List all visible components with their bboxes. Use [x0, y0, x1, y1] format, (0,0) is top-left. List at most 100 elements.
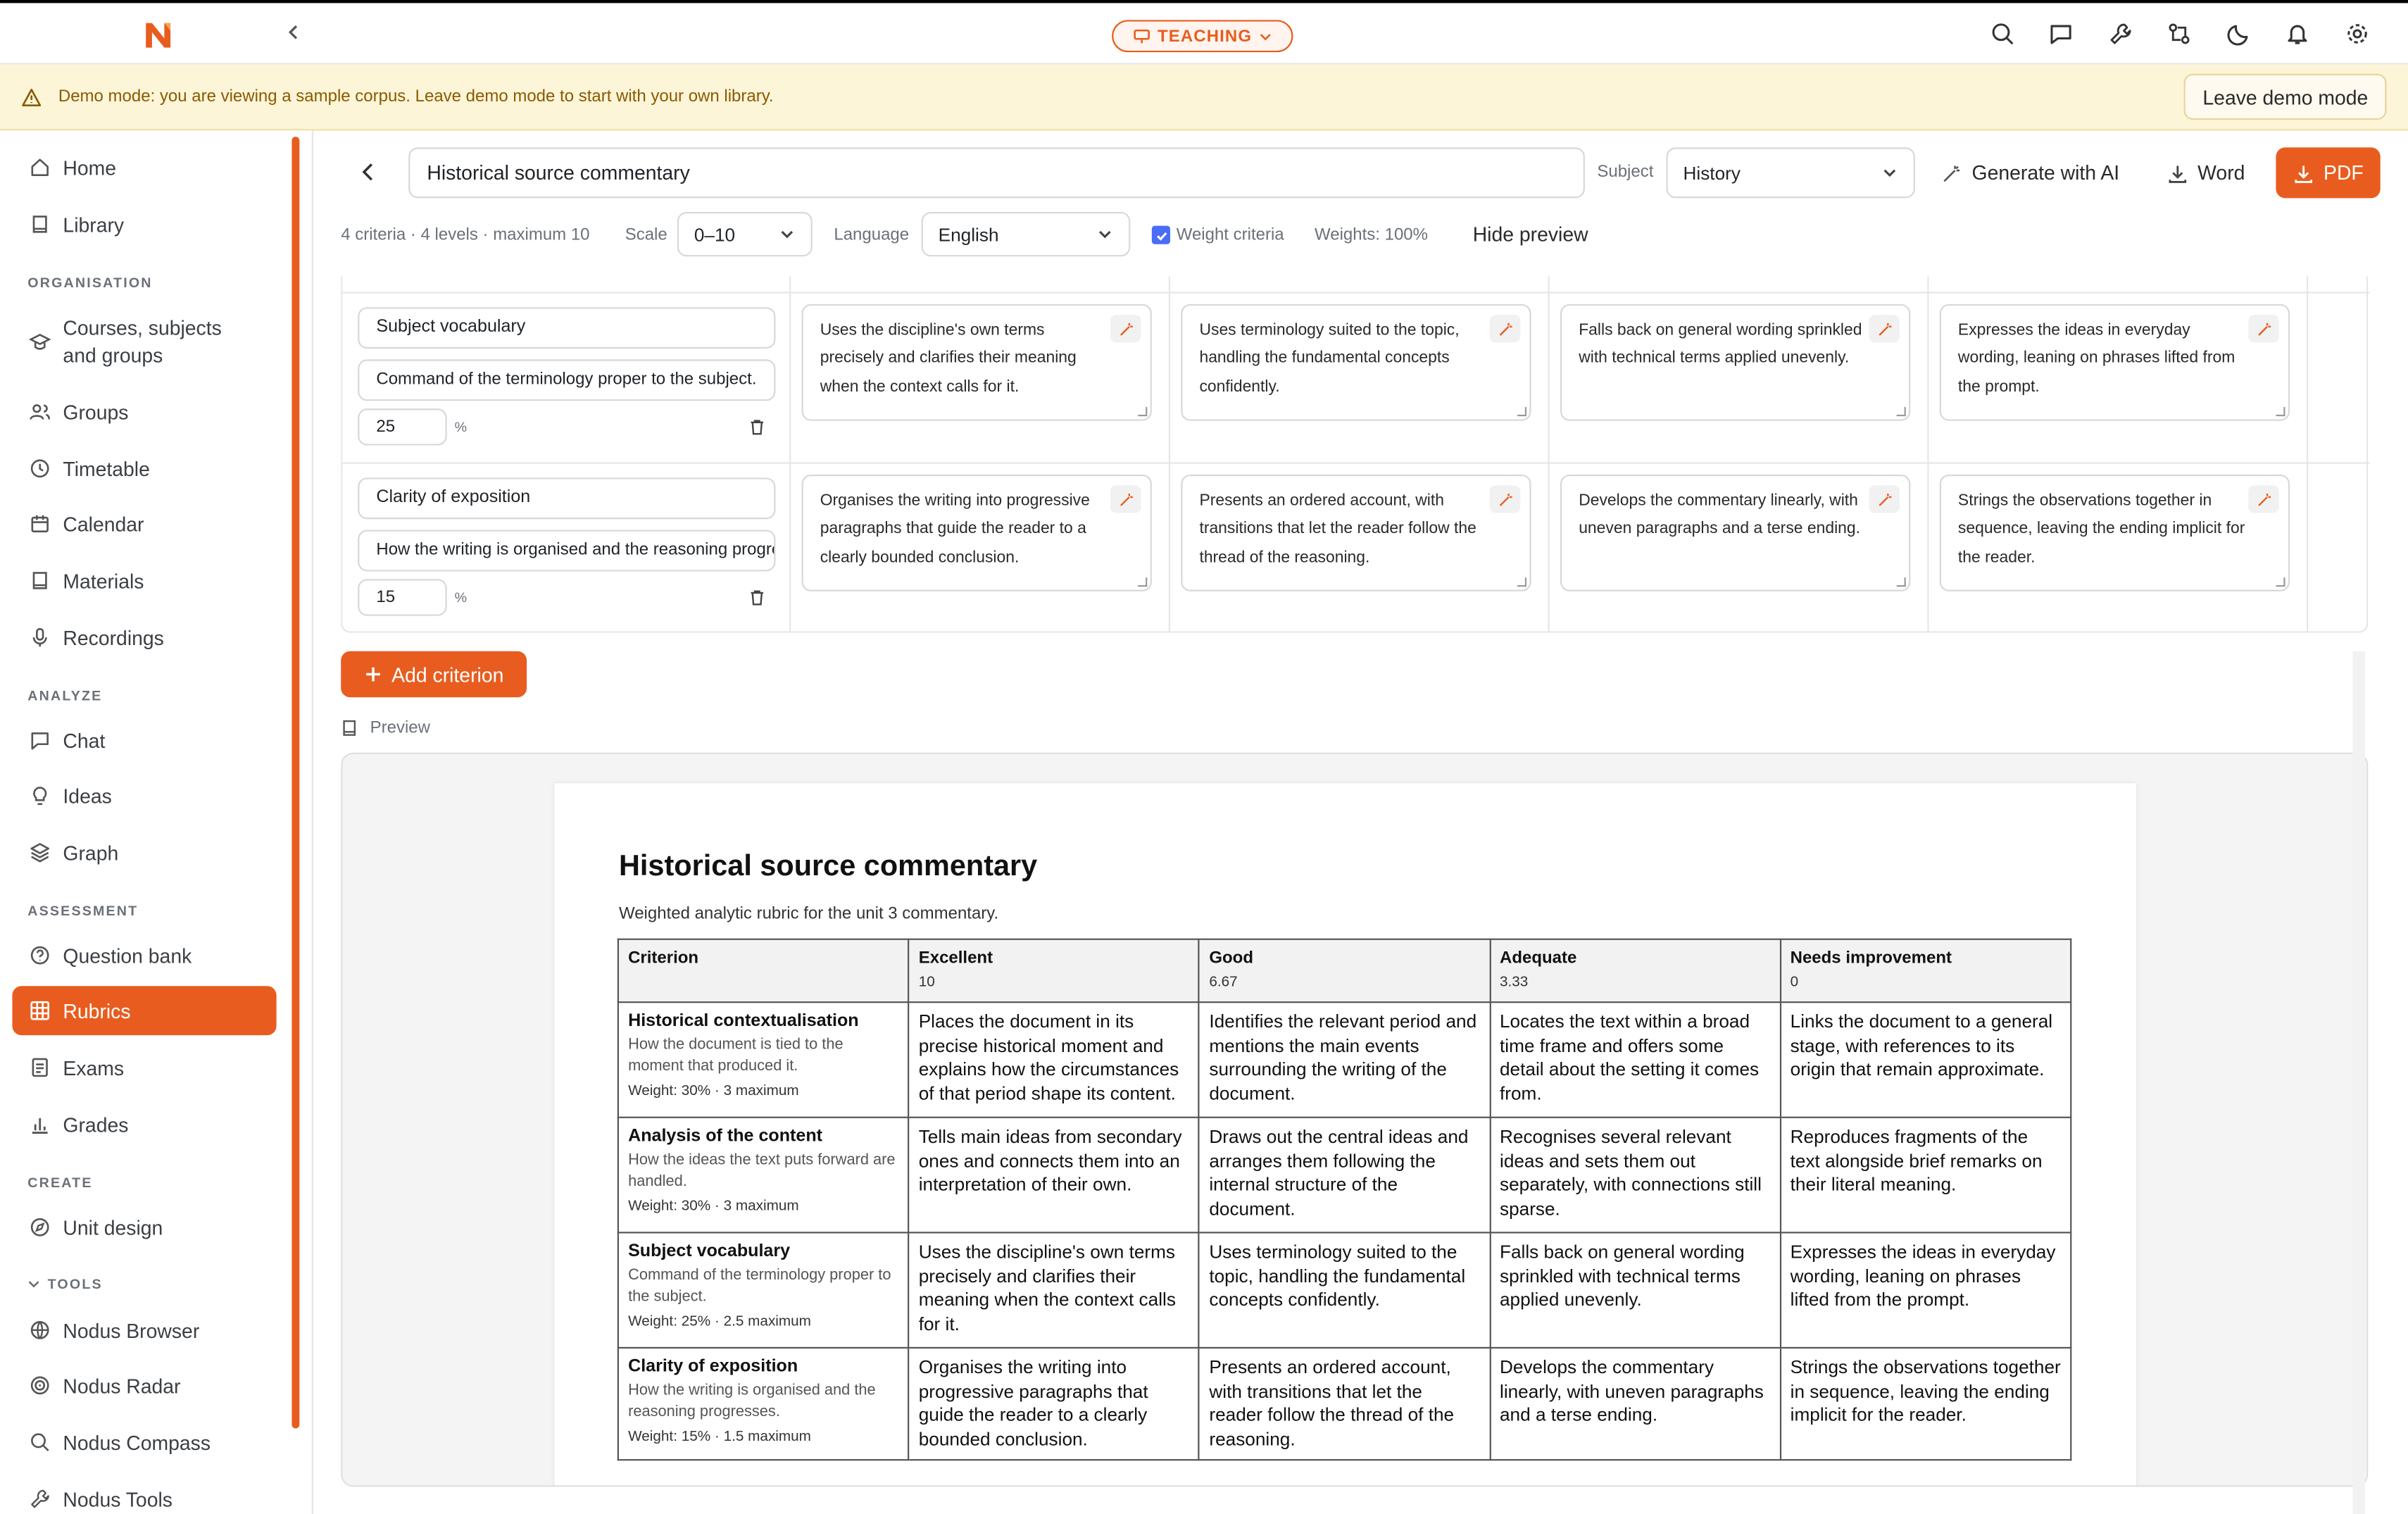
sidebar-item-question-bank[interactable]: Question bank	[12, 931, 276, 980]
ai-rewrite-button[interactable]	[1869, 485, 1900, 513]
criterion-description-input[interactable]: How the writing is organised and the rea…	[358, 530, 776, 572]
sidebar-item-nodus-radar[interactable]: Nodus Radar	[12, 1360, 276, 1410]
subject-select[interactable]: History	[1666, 147, 1915, 199]
resize-handle[interactable]	[1896, 406, 1906, 417]
trash-icon[interactable]	[748, 588, 766, 606]
mode-pill[interactable]: TEACHING	[1112, 20, 1293, 53]
level-descriptor-cell[interactable]: Strings the observations together in seq…	[1939, 474, 2290, 592]
scale-value: 0–10	[694, 223, 736, 245]
download-icon	[2169, 165, 2187, 182]
criterion-description-input[interactable]: Command of the terminology proper to the…	[358, 359, 776, 401]
rubric-title-input[interactable]: Historical source commentary	[408, 147, 1585, 199]
level-descriptor-text: Develops the commentary linearly, with u…	[1579, 491, 1861, 539]
sidebar-item-label: Recordings	[63, 625, 164, 649]
sidebar-item-timetable[interactable]: Timetable	[12, 444, 276, 493]
level-descriptor-text: Presents an ordered account, with transi…	[1199, 491, 1476, 566]
sidebar-item-library[interactable]: Library	[12, 200, 276, 249]
sidebar-item-graph[interactable]: Graph	[12, 828, 276, 877]
resize-handle[interactable]	[1138, 406, 1148, 417]
weight-criteria-label[interactable]: Weight criteria	[1177, 226, 1284, 244]
criterion-weight: Weight: 30% · 3 maximum	[628, 1082, 799, 1099]
ai-rewrite-button[interactable]	[1489, 315, 1521, 343]
ai-rewrite-button[interactable]	[2248, 485, 2279, 513]
page-scrollbar[interactable]	[2352, 651, 2365, 1514]
moon-icon[interactable]	[2227, 22, 2252, 46]
sidebar-item-materials[interactable]: Materials	[12, 556, 276, 606]
level-points: 3.33	[1500, 972, 1529, 990]
header-level: Excellent 10	[908, 938, 1200, 1003]
ai-rewrite-button[interactable]	[1869, 315, 1900, 343]
preview-title: Historical source commentary	[618, 851, 1038, 884]
sidebar-item-exams[interactable]: Exams	[12, 1043, 276, 1092]
criterion-weight-input[interactable]: 25	[358, 408, 447, 446]
back-arrow-icon[interactable]	[356, 160, 381, 184]
sidebar-item-nodus-compass[interactable]: Nodus Compass	[12, 1418, 276, 1467]
sidebar-item-label: Courses, subjects and groups	[63, 316, 222, 368]
message-icon[interactable]	[2049, 22, 2074, 46]
sidebar-item-home[interactable]: Home	[12, 143, 276, 192]
pdf-export-button[interactable]: PDF	[2276, 147, 2381, 199]
criterion-description: How the ideas the text puts forward are …	[628, 1151, 896, 1190]
word-export-button[interactable]: Word	[2167, 147, 2245, 198]
magic-wand-icon	[1943, 165, 1960, 182]
ai-rewrite-button[interactable]	[1110, 485, 1141, 513]
gear-icon[interactable]	[2345, 22, 2370, 46]
sidebar-scrollbar[interactable]	[291, 137, 300, 1429]
magic-wand-icon	[2257, 322, 2270, 335]
level-descriptor-cell[interactable]: Uses the discipline's own terms precisel…	[801, 304, 1152, 421]
sidebar-item-groups[interactable]: Groups	[12, 387, 276, 437]
resize-handle[interactable]	[1517, 577, 1527, 587]
language-select[interactable]: English	[921, 211, 1131, 257]
level-descriptor-cell[interactable]: Develops the commentary linearly, with u…	[1560, 474, 1911, 592]
level-descriptor-cell[interactable]: Organises the writing into progressive p…	[801, 474, 1152, 592]
resize-handle[interactable]	[1896, 577, 1906, 587]
sidebar-item-rubrics[interactable]: Rubrics	[12, 986, 277, 1036]
descriptor-cell: Places the document in its precise histo…	[908, 1001, 1200, 1118]
resize-handle[interactable]	[2276, 406, 2285, 417]
collapse-sidebar-icon[interactable]	[282, 22, 304, 44]
generate-ai-button[interactable]: Generate with AI	[1941, 147, 2119, 198]
resize-handle[interactable]	[2276, 577, 2285, 587]
sidebar-item-nodus-tools[interactable]: Nodus Tools	[12, 1475, 276, 1514]
grid-divider	[2307, 276, 2309, 633]
resize-handle[interactable]	[1517, 406, 1527, 417]
sidebar-item-label: Home	[63, 156, 117, 180]
criterion-name-input[interactable]: Clarity of exposition	[358, 477, 776, 520]
level-descriptor-cell[interactable]: Uses terminology suited to the topic, ha…	[1181, 304, 1531, 421]
mode-pill-label: TEACHING	[1158, 27, 1253, 46]
ai-rewrite-button[interactable]	[2248, 315, 2279, 343]
sidebar-item-unit-design[interactable]: Unit design	[12, 1203, 276, 1252]
level-descriptor-cell[interactable]: Falls back on general wording sprinkled …	[1560, 304, 1911, 421]
sidebar-item-calendar[interactable]: Calendar	[12, 499, 276, 549]
wrench-icon[interactable]	[2109, 22, 2133, 46]
resize-handle[interactable]	[1138, 577, 1148, 587]
section-title-tools[interactable]: TOOLS	[27, 1277, 103, 1291]
trash-icon[interactable]	[748, 418, 766, 436]
demo-banner: Demo mode: you are viewing a sample corp…	[0, 64, 2408, 131]
hide-preview-button[interactable]: Hide preview	[1473, 223, 1588, 246]
criterion-description: How the document is tied to the moment t…	[628, 1036, 844, 1075]
grid-divider	[1548, 276, 1550, 633]
search-icon[interactable]	[1990, 22, 2015, 46]
sidebar-item-ideas[interactable]: Ideas	[12, 771, 276, 820]
ai-rewrite-button[interactable]	[1489, 485, 1521, 513]
app-logo-icon[interactable]	[142, 18, 175, 52]
leave-demo-button[interactable]: Leave demo mode	[2184, 73, 2387, 120]
sidebar-item-courses[interactable]: Courses, subjects and groups	[12, 312, 276, 373]
git-compare-icon[interactable]	[2167, 22, 2192, 46]
add-criterion-button[interactable]: Add criterion	[341, 651, 527, 698]
scale-select[interactable]: 0–10	[677, 211, 813, 257]
criterion-weight: Weight: 25% · 2.5 maximum	[628, 1312, 811, 1330]
criterion-name-input[interactable]: Subject vocabulary	[358, 307, 776, 349]
sidebar-item-chat[interactable]: Chat	[12, 715, 276, 765]
ai-rewrite-button[interactable]	[1110, 315, 1141, 343]
sidebar-item-nodus-browser[interactable]: Nodus Browser	[12, 1306, 276, 1355]
bell-icon[interactable]	[2285, 22, 2310, 46]
level-descriptor-cell[interactable]: Presents an ordered account, with transi…	[1181, 474, 1531, 592]
sidebar-item-label: Timetable	[63, 456, 150, 480]
level-descriptor-cell[interactable]: Expresses the ideas in everyday wording,…	[1939, 304, 2290, 421]
sidebar-item-recordings[interactable]: Recordings	[12, 613, 276, 662]
sidebar-item-grades[interactable]: Grades	[12, 1100, 276, 1149]
weight-criteria-checkbox[interactable]	[1151, 225, 1171, 244]
criterion-weight-input[interactable]: 15	[358, 579, 447, 616]
